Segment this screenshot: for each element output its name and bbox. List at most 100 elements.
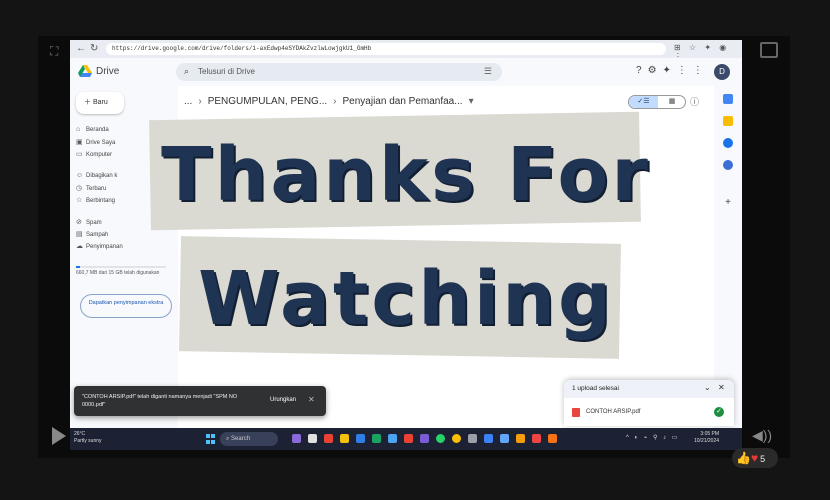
storage-usage-text: 660,7 MB dari 15 GB telah digunakan: [76, 270, 160, 276]
taskbar-app-icon[interactable]: [292, 434, 301, 443]
taskbar-app-icon[interactable]: [404, 434, 413, 443]
settings-icon[interactable]: [468, 434, 477, 443]
taskbar-app-icon[interactable]: [388, 434, 397, 443]
toast-message: "CONTOH ARSIP.pdf" telah diganti namanya…: [82, 394, 238, 408]
info-icon[interactable]: ⓘ: [690, 95, 699, 108]
whatsapp-icon[interactable]: [436, 434, 445, 443]
weather-widget[interactable]: 26°C Partly sunny: [74, 431, 102, 445]
sidebar-item-label: Dibagikan k: [86, 173, 118, 179]
folder-icon[interactable]: [340, 434, 349, 443]
breadcrumb-current[interactable]: Penyajian dan Pemanfaa...: [343, 96, 463, 107]
search-icon: ⌕: [184, 66, 190, 76]
filter-icon[interactable]: ☰: [484, 66, 492, 77]
sidebar-item-trash[interactable]: ▤ Sampah: [76, 230, 108, 240]
sidebar-item-shared[interactable]: ☺ Dibagikan k: [76, 172, 117, 182]
upload-file-name[interactable]: CONTOH ARSIP.pdf: [586, 409, 640, 415]
new-button-label: Baru: [92, 99, 108, 106]
taskbar-app-icon[interactable]: [356, 434, 365, 443]
taskbar-app-icon[interactable]: [532, 434, 541, 443]
header-actions[interactable]: ?⚙✦⋮⋮: [636, 65, 709, 76]
taskbar-app-icon[interactable]: [484, 434, 493, 443]
clock-time: 3:05 PM: [700, 431, 720, 437]
main-content: ... › PENGUMPULAN, PENG... › Penyajian dan P…: [178, 86, 714, 428]
chrome-icon[interactable]: [452, 434, 461, 443]
upload-title: 1 upload selesai: [572, 385, 619, 392]
sidebar-item-my-drive[interactable]: ▣ Drive Saya: [76, 138, 115, 148]
view-toggle[interactable]: ✓☰ ▦: [628, 95, 686, 109]
browser-toolbar: ← ↻ https://drive.google.com/drive/folde…: [70, 40, 742, 61]
reaction-badge[interactable]: 👍♥ 5: [732, 448, 778, 468]
get-storage-button[interactable]: Dapatkan penyimpanan ekstra: [80, 294, 172, 318]
undo-button[interactable]: Urungkan: [270, 397, 296, 403]
heart-icon: ♥: [750, 451, 759, 465]
sidebar: ＋ Baru ⌂ Beranda ▣ Drive Saya ▭ Komputer ☺ D…: [70, 86, 178, 428]
windows-start-icon[interactable]: [206, 434, 216, 444]
picture-in-picture-icon[interactable]: [760, 42, 778, 58]
rename-toast: "CONTOH ARSIP.pdf" telah diganti namanya…: [74, 386, 326, 416]
gemini-icon[interactable]: ✦: [663, 65, 677, 76]
settings-icon[interactable]: ⚙: [648, 65, 663, 76]
star-icon: ☆: [76, 197, 83, 204]
sidebar-item-label: Penyimpanan: [86, 244, 123, 250]
keep-icon[interactable]: [723, 116, 733, 126]
sidebar-item-label: Spam: [86, 220, 102, 226]
tasks-icon[interactable]: [723, 138, 733, 148]
reload-icon[interactable]: ↻: [90, 43, 98, 54]
grid-view-icon[interactable]: ▦: [658, 96, 686, 108]
close-icon[interactable]: ✕: [308, 395, 315, 404]
plus-icon: ＋: [84, 99, 93, 106]
taskbar-app-icon[interactable]: [372, 434, 381, 443]
breadcrumb-parent[interactable]: PENGUMPULAN, PENG...: [208, 96, 327, 107]
taskbar-app-icon[interactable]: [420, 434, 429, 443]
address-bar[interactable]: https://drive.google.com/drive/folders/1…: [106, 43, 666, 55]
sidebar-item-label: Sampah: [86, 232, 109, 238]
taskbar-search[interactable]: ⌕ Search: [220, 432, 278, 446]
system-tray[interactable]: ^ ◐ ⌁ ⚲ ♪ ▭: [626, 434, 679, 441]
drive-logo-icon: [78, 65, 92, 77]
sidebar-item-starred[interactable]: ☆ Berbintang: [76, 196, 115, 206]
sidebar-item-home[interactable]: ⌂ Beranda: [76, 126, 109, 136]
app-name: Drive: [96, 66, 120, 77]
calendar-icon[interactable]: [723, 94, 733, 104]
avatar[interactable]: D: [714, 64, 730, 80]
sidebar-item-computers[interactable]: ▭ Komputer: [76, 150, 112, 160]
close-icon[interactable]: ✕: [718, 383, 725, 392]
taskbar-app-icon[interactable]: [500, 434, 509, 443]
back-icon[interactable]: ←: [76, 43, 86, 54]
contacts-icon[interactable]: [723, 160, 733, 170]
upload-header: 1 upload selesai ⌄ ✕: [564, 380, 734, 398]
chevron-down-icon[interactable]: ⌄: [704, 383, 711, 392]
chevron-right-icon: ›: [333, 96, 337, 107]
play-icon[interactable]: [52, 427, 66, 445]
my-drive-icon: ▣: [76, 139, 83, 146]
search-input[interactable]: ⌕ Telusuri di Drive ☰: [176, 63, 502, 81]
check-icon: ✓: [714, 407, 724, 417]
sidebar-item-spam[interactable]: ⊘ Spam: [76, 218, 102, 228]
pdf-icon: [572, 408, 580, 417]
recent-icon: ◷: [76, 185, 83, 192]
sidebar-item-label: Terbaru: [86, 186, 107, 192]
upload-panel: 1 upload selesai ⌄ ✕ CONTOH ARSIP.pdf ✓: [564, 380, 734, 426]
help-icon[interactable]: ?: [636, 65, 648, 76]
shared-icon: ☺: [76, 172, 84, 179]
sidebar-item-recent[interactable]: ◷ Terbaru: [76, 184, 106, 194]
expand-icon[interactable]: ⛶: [50, 44, 64, 58]
taskbar-search-label: Search: [231, 436, 251, 442]
add-addon-icon[interactable]: +: [723, 198, 733, 208]
volume-icon[interactable]: ◀)): [752, 427, 772, 444]
sidebar-item-label: Berbintang: [86, 198, 116, 204]
taskbar-app-icon[interactable]: [308, 434, 317, 443]
apps-grid-icon[interactable]: ⋮⋮: [677, 65, 709, 76]
selection-toolbar[interactable]: X 1 dipilih: [186, 120, 238, 127]
new-button[interactable]: ＋ Baru: [76, 92, 124, 114]
sidebar-item-storage[interactable]: ☁ Penyimpanan: [76, 242, 123, 252]
taskbar-app-icon[interactable]: [324, 434, 333, 443]
cloud-icon: ☁: [76, 243, 83, 250]
taskbar-clock[interactable]: 3:05 PM 10/21/2024: [694, 431, 719, 445]
chevron-down-icon[interactable]: ▾: [463, 96, 480, 107]
taskbar-app-icon[interactable]: [548, 434, 557, 443]
clock-date: 10/21/2024: [694, 438, 720, 444]
taskbar-app-icon[interactable]: [516, 434, 525, 443]
list-view-icon[interactable]: ✓☰: [629, 96, 658, 108]
computer-icon: ▭: [76, 151, 83, 158]
